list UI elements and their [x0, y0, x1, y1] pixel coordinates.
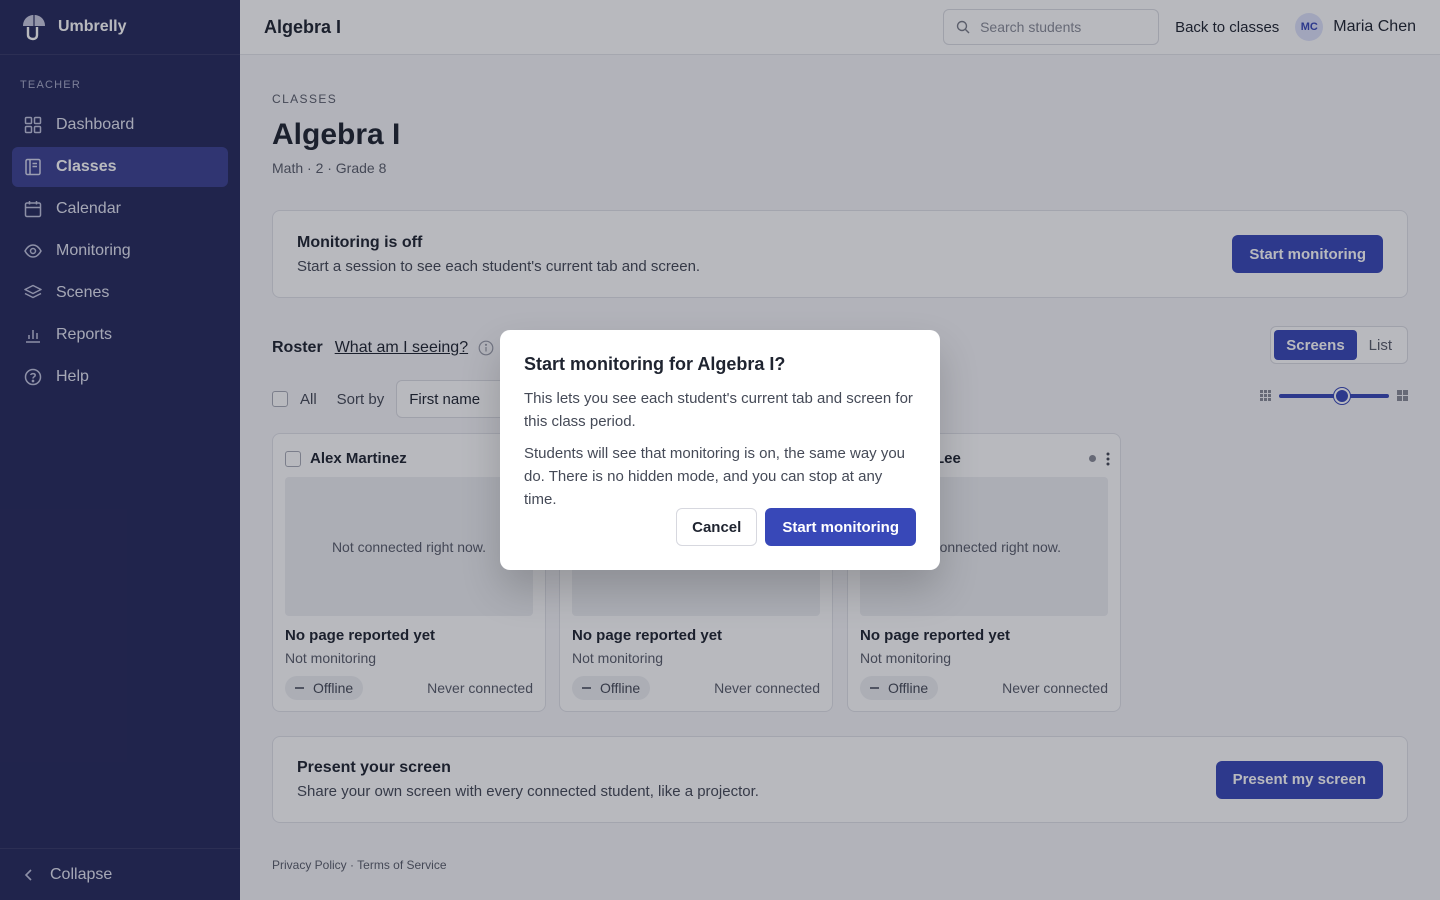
dialog-paragraph: This lets you see each student's current… — [524, 390, 913, 430]
modal-backdrop[interactable]: Start monitoring for Algebra I? This let… — [0, 0, 1440, 900]
dialog-actions: Cancel Start monitoring — [676, 508, 916, 546]
start-monitoring-dialog: Start monitoring for Algebra I? This let… — [500, 330, 940, 570]
dialog-paragraph: Students will see that monitoring is on,… — [524, 445, 906, 508]
confirm-start-monitoring-button[interactable]: Start monitoring — [765, 508, 916, 546]
cancel-button[interactable]: Cancel — [676, 508, 758, 546]
dialog-title: Start monitoring for Algebra I? — [524, 354, 786, 374]
